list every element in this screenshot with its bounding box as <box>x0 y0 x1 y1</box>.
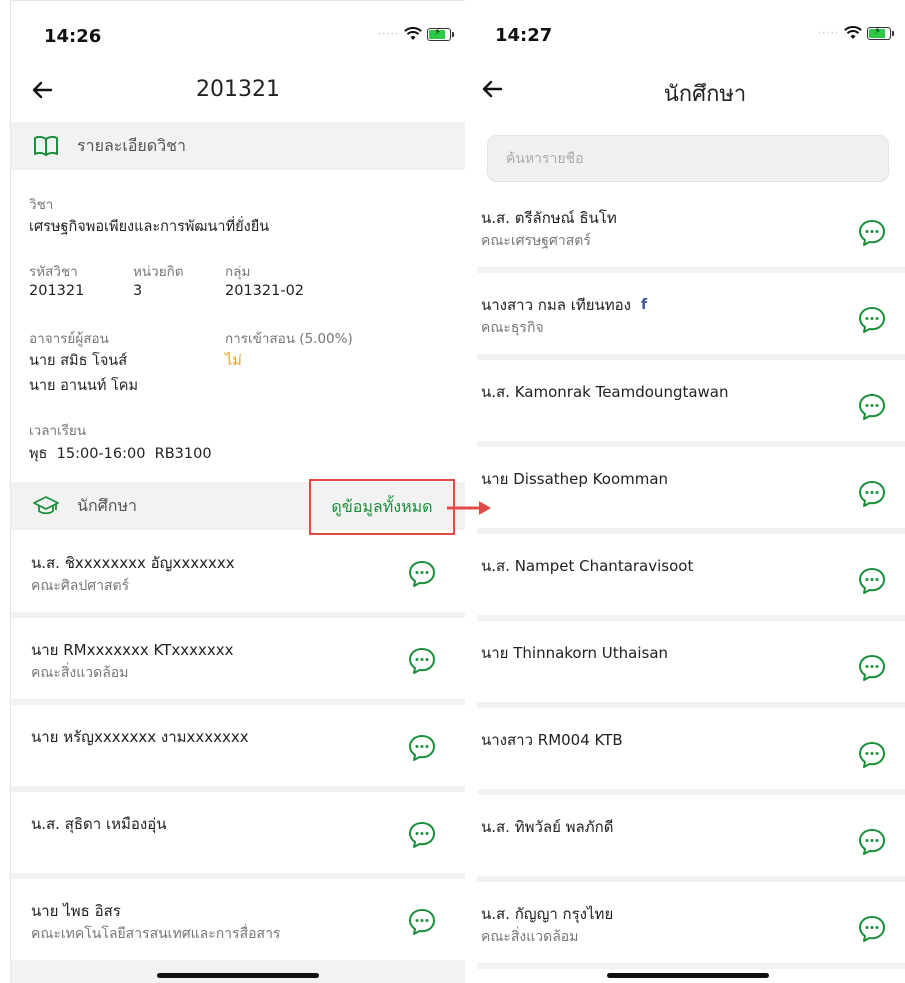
chat-bubble-icon[interactable] <box>857 566 887 596</box>
chat-bubble-icon[interactable] <box>857 392 887 422</box>
list-item[interactable]: น.ส. กัญญา กรุงไทย คณะสิ่งแวดล้อม <box>477 882 905 969</box>
student-name: นาย Thinnakorn Uthaisan <box>481 644 669 662</box>
student-name: น.ส. Kamonrak Teamdoungtawan <box>481 383 729 401</box>
attendance-label: การเข้าสอน (5.00%) <box>225 331 353 347</box>
subject-value: เศรษฐกิจพอเพียงและการพัฒนาที่ยั่งยืน <box>29 219 270 235</box>
student-name: น.ส. Nampet Chantaravisoot <box>481 557 694 575</box>
student-name: นางสาว RM004 KTB <box>481 731 623 749</box>
status-icons: ····· ⚡ <box>378 27 454 41</box>
facebook-icon[interactable]: f <box>641 297 647 313</box>
chat-bubble-icon[interactable] <box>407 907 437 937</box>
student-name: น.ส. ทิพวัลย์ พลภักดี <box>481 818 614 836</box>
status-time: 14:27 <box>495 25 553 46</box>
course-detail-screen: 14:26 ····· ⚡ 201321 รายละเอียดวิชา วิชา… <box>10 0 465 983</box>
student-name: นาย หรัญxxxxxxx งามxxxxxxx <box>31 728 249 746</box>
nav-bar: นักศึกษา <box>465 64 905 116</box>
student-name: น.ส. ชิxxxxxxxx อัญxxxxxxx <box>31 554 235 572</box>
course-details-header: รายละเอียดวิชา <box>11 122 465 170</box>
student-name: น.ส. กัญญา กรุงไทย <box>481 905 614 923</box>
nav-bar: 201321 <box>11 65 465 117</box>
student-name: น.ส. ตรีลักษณ์ ธินโท <box>481 209 617 227</box>
list-item[interactable]: นาย Dissathep Koomman <box>477 447 905 534</box>
home-indicator[interactable] <box>157 973 319 978</box>
student-faculty: คณะศิลปศาสตร์ <box>31 578 130 594</box>
schedule-value: พุธ 15:00-16:00 RB3100 <box>29 446 212 462</box>
wifi-icon <box>404 27 422 40</box>
callout-arrow-icon <box>447 501 491 515</box>
home-indicator[interactable] <box>607 973 769 978</box>
attendance-value: ไม่ <box>225 353 242 369</box>
list-item[interactable]: น.ส. สุธิดา เหมืองอุ่น <box>11 792 465 879</box>
chat-bubble-icon[interactable] <box>857 218 887 248</box>
list-item[interactable]: น.ส. Kamonrak Teamdoungtawan <box>477 360 905 447</box>
chat-bubble-icon[interactable] <box>857 740 887 770</box>
wifi-icon <box>844 26 862 39</box>
student-faculty: คณะสิ่งแวดล้อม <box>31 665 129 681</box>
chat-bubble-icon[interactable] <box>857 653 887 683</box>
student-faculty: คณะสิ่งแวดล้อม <box>481 929 579 945</box>
status-bar: 14:26 ····· ⚡ <box>11 1 465 61</box>
section-title: รายละเอียดวิชา <box>77 135 187 155</box>
group-label: กลุ่ม <box>225 264 251 280</box>
chat-bubble-icon[interactable] <box>857 827 887 857</box>
student-name: นางสาว กมล เทียนทอง <box>481 296 631 314</box>
page-title: นักศึกษา <box>663 82 747 107</box>
list-item[interactable]: นาย Thinnakorn Uthaisan <box>477 621 905 708</box>
status-time: 14:26 <box>44 26 102 47</box>
student-faculty: คณะธุรกิจ <box>481 320 544 336</box>
signal-icon: ····· <box>378 28 399 40</box>
student-faculty: คณะเทคโนโลยีสารสนเทศและการสื่อสาร <box>31 926 281 942</box>
chat-bubble-icon[interactable] <box>407 733 437 763</box>
student-name: นาย Dissathep Koomman <box>481 470 669 488</box>
list-item[interactable]: น.ส. Nampet Chantaravisoot <box>477 534 905 621</box>
chat-bubble-icon[interactable] <box>407 646 437 676</box>
battery-charging-icon: ⚡ <box>867 26 894 40</box>
list-item[interactable]: นางสาว กมล เทียนทอง f คณะธุรกิจ <box>477 273 905 360</box>
subject-label: วิชา <box>29 197 54 213</box>
course-code-label: รหัสวิชา <box>29 264 78 280</box>
list-item[interactable]: น.ส. ทิพวัลย์ พลภักดี <box>477 795 905 882</box>
list-item[interactable]: น.ส. ชิxxxxxxxx อัญxxxxxxx คณะศิลปศาสตร์ <box>11 531 465 618</box>
list-item[interactable]: น.ส. ตรีลักษณ์ ธินโท คณะเศรษฐศาสตร์ <box>477 186 905 273</box>
student-name-row: นางสาว กมล เทียนทอง f <box>481 293 647 317</box>
student-name: นาย RMxxxxxxx KTxxxxxxx <box>31 641 234 659</box>
student-faculty: คณะเศรษฐศาสตร์ <box>481 233 591 249</box>
chat-bubble-icon[interactable] <box>857 479 887 509</box>
credit-label: หน่วยกิต <box>133 264 184 280</box>
status-icons: ····· ⚡ <box>818 26 894 40</box>
list-item[interactable]: นาย RMxxxxxxx KTxxxxxxx คณะสิ่งแวดล้อม <box>11 618 465 705</box>
credit-value: 3 <box>133 283 143 299</box>
book-icon <box>34 135 58 156</box>
section-title: นักศึกษา <box>77 495 137 515</box>
list-item[interactable]: นาย ไพธ อิสร คณะเทคโนโลยีสารสนเทศและการส… <box>11 879 465 966</box>
instructor-name: นาย อานนท์ โคม <box>29 378 139 394</box>
student-name: น.ส. สุธิดา เหมืองอุ่น <box>31 815 167 833</box>
chat-bubble-icon[interactable] <box>857 914 887 944</box>
back-arrow-icon[interactable] <box>479 76 505 102</box>
graduation-cap-icon <box>33 496 59 515</box>
student-name: นาย ไพธ อิสร <box>31 902 121 920</box>
students-list-screen: 14:27 ····· ⚡ นักศึกษา น.ส. ตรีลักษณ์ ธิ… <box>465 0 905 983</box>
chat-bubble-icon[interactable] <box>407 820 437 850</box>
battery-charging-icon: ⚡ <box>427 27 454 41</box>
chat-bubble-icon[interactable] <box>407 559 437 589</box>
list-item[interactable]: นางสาว RM004 KTB <box>477 708 905 795</box>
list-item[interactable]: นาย หรัญxxxxxxx งามxxxxxxx <box>11 705 465 792</box>
course-code-value: 201321 <box>29 283 85 299</box>
chat-bubble-icon[interactable] <box>857 305 887 335</box>
instructor-name: นาย สมิธ โจนส์ <box>29 353 128 369</box>
schedule-label: เวลาเรียน <box>29 423 87 439</box>
status-bar: 14:27 ····· ⚡ <box>465 0 905 60</box>
search-box[interactable] <box>487 135 889 182</box>
group-value: 201321-02 <box>225 283 305 299</box>
search-input[interactable] <box>506 150 888 167</box>
signal-icon: ····· <box>818 27 839 39</box>
see-all-students-link[interactable]: ดูข้อมูลทั้งหมด <box>309 479 455 535</box>
instructor-label: อาจารย์ผู้สอน <box>29 331 109 347</box>
page-title: 201321 <box>196 77 280 102</box>
